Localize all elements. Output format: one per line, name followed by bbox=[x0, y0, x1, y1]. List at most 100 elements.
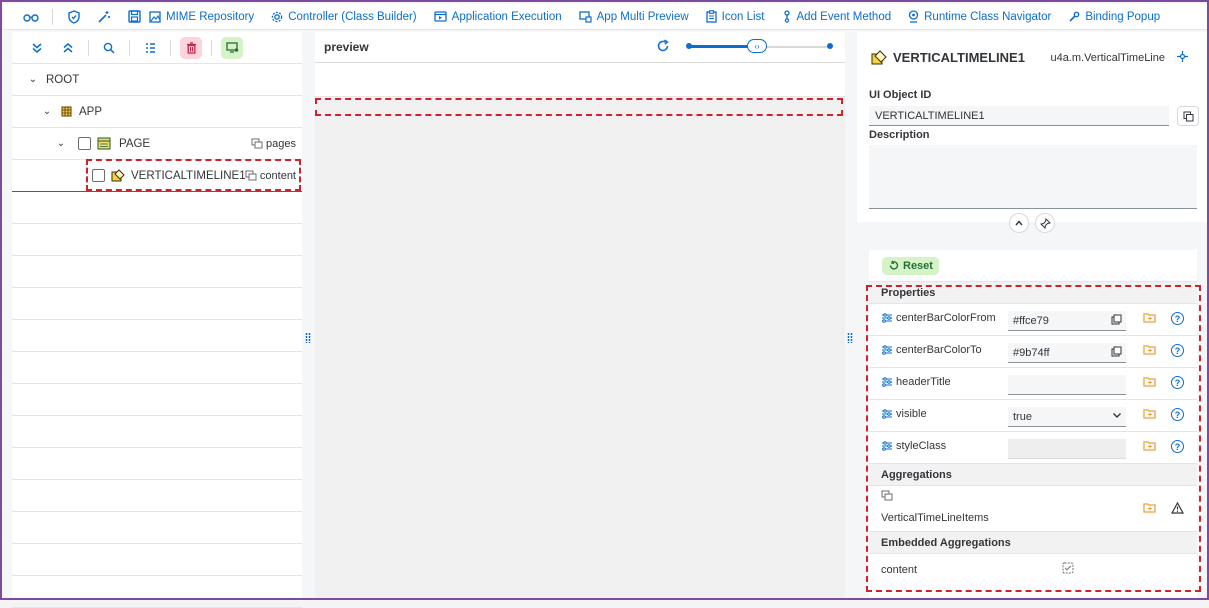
preview-canvas bbox=[315, 63, 845, 97]
description-label: Description bbox=[869, 129, 930, 141]
runtime-class-navigator-button[interactable]: Runtime Class Navigator bbox=[908, 10, 1051, 23]
tree-row-empty bbox=[12, 512, 302, 544]
zoom-slider-start bbox=[686, 43, 692, 49]
page-icon bbox=[97, 137, 111, 150]
wrench-icon bbox=[1069, 11, 1080, 22]
tree-row-empty bbox=[12, 384, 302, 416]
tree-row-empty bbox=[12, 352, 302, 384]
outline-list-icon[interactable] bbox=[139, 37, 161, 59]
description-field[interactable] bbox=[869, 145, 1197, 209]
reset-icon bbox=[889, 260, 899, 270]
tree-toolbar bbox=[12, 32, 302, 64]
tree-row-empty bbox=[12, 192, 302, 224]
preview-panel: preview ‹› bbox=[315, 32, 845, 598]
toolbar-divider bbox=[52, 8, 53, 25]
search-icon[interactable] bbox=[98, 37, 120, 59]
right-splitter-handle[interactable] bbox=[847, 332, 853, 344]
application-execution-button[interactable]: Application Execution bbox=[434, 11, 562, 23]
event-icon bbox=[783, 10, 790, 23]
tree-row-empty bbox=[12, 576, 302, 608]
icon-list-button[interactable]: Icon List bbox=[706, 10, 765, 23]
reset-button[interactable]: Reset bbox=[882, 256, 939, 275]
ui-tree-panel: ⌄ ROOT ⌄ APP ⌄ PAGE pages VERTICALTIMELI… bbox=[12, 32, 302, 608]
chevron-down-icon[interactable]: ⌄ bbox=[54, 138, 68, 149]
tree-highlight-box bbox=[86, 159, 301, 191]
left-splitter-handle[interactable] bbox=[305, 332, 311, 344]
reset-bar: Reset bbox=[869, 250, 1197, 282]
tree-row-empty bbox=[12, 544, 302, 576]
pin-button[interactable] bbox=[1035, 213, 1055, 233]
glasses-icon[interactable] bbox=[16, 6, 46, 28]
tree-row-empty bbox=[12, 448, 302, 480]
tree-toolbar-divider bbox=[211, 39, 212, 56]
tree-row-page[interactable]: ⌄ PAGE pages bbox=[12, 128, 302, 160]
icon-list-label: Icon List bbox=[721, 10, 765, 23]
preview-title: preview bbox=[324, 40, 369, 54]
reset-label: Reset bbox=[903, 259, 933, 272]
chevron-down-icon[interactable]: ⌄ bbox=[40, 106, 54, 117]
pin-icon bbox=[1039, 217, 1051, 229]
copy-icon bbox=[1183, 111, 1193, 121]
ui-object-id-label: UI Object ID bbox=[869, 89, 932, 101]
app-multi-preview-button[interactable]: App Multi Preview bbox=[578, 10, 689, 23]
collapse-up-button[interactable] bbox=[1009, 213, 1029, 233]
panel-toggle-row bbox=[1009, 213, 1061, 233]
tree-row-empty bbox=[12, 480, 302, 512]
chevron-up-icon bbox=[1015, 220, 1023, 226]
tree-node-label: APP bbox=[79, 105, 103, 118]
tree-node-checkbox[interactable] bbox=[78, 137, 91, 150]
tree-toolbar-divider bbox=[88, 39, 89, 56]
tree-node-label: PAGE bbox=[119, 137, 151, 150]
binding-popup-button[interactable]: Binding Popup bbox=[1068, 11, 1160, 23]
shield-icon[interactable] bbox=[59, 6, 89, 28]
chevron-down-icon[interactable]: ⌄ bbox=[26, 74, 40, 85]
app-multi-preview-label: App Multi Preview bbox=[596, 10, 689, 23]
tree-node-label: ROOT bbox=[46, 73, 80, 86]
delete-button[interactable] bbox=[180, 36, 202, 59]
expand-all-icon[interactable] bbox=[26, 37, 48, 59]
tree-toolbar-divider bbox=[129, 39, 130, 56]
object-name: VERTICALTIMELINE1 bbox=[893, 50, 1025, 65]
ui-object-id-field[interactable]: VERTICALTIMELINE1 bbox=[869, 106, 1169, 126]
collapse-all-icon[interactable] bbox=[57, 37, 79, 59]
clipboard-icon bbox=[706, 10, 717, 23]
monitor-icon bbox=[225, 42, 238, 53]
runtime-class-navigator-label: Runtime Class Navigator bbox=[924, 10, 1052, 23]
location-pin-icon bbox=[908, 10, 919, 23]
mime-repository-button[interactable]: MIME Repository bbox=[149, 11, 254, 23]
gear-icon bbox=[271, 11, 283, 22]
add-event-method-button[interactable]: Add Event Method bbox=[782, 10, 892, 23]
application-execution-label: Application Execution bbox=[451, 10, 562, 23]
copy-stack-icon bbox=[251, 138, 263, 149]
controller-class-builder-button[interactable]: Controller (Class Builder) bbox=[271, 10, 417, 23]
app-icon bbox=[60, 105, 73, 118]
zoom-slider-end bbox=[827, 43, 833, 49]
zoom-slider-handle[interactable]: ‹› bbox=[747, 39, 767, 53]
mime-repository-label: MIME Repository bbox=[166, 10, 255, 23]
app-frame: MIME Repository Controller (Class Builde… bbox=[0, 0, 1209, 608]
timeline-control-icon bbox=[871, 50, 887, 65]
tree-row-empty bbox=[12, 224, 302, 256]
save-icon[interactable] bbox=[119, 6, 149, 28]
binding-popup-label: Binding Popup bbox=[1085, 10, 1161, 23]
refresh-icon[interactable] bbox=[656, 39, 670, 56]
add-event-method-label: Add Event Method bbox=[796, 10, 892, 23]
preview-screen-button[interactable] bbox=[221, 36, 243, 59]
top-toolbar: MIME Repository Controller (Class Builde… bbox=[4, 4, 1207, 30]
tree-row-empty bbox=[12, 320, 302, 352]
aggregation-tag: pages bbox=[251, 138, 296, 150]
tree-row-app[interactable]: ⌄ APP bbox=[12, 96, 302, 128]
tree-toolbar-divider bbox=[170, 39, 171, 56]
tree-row-empty bbox=[12, 288, 302, 320]
object-header: VERTICALTIMELINE1 bbox=[871, 50, 1025, 65]
object-info-section: VERTICALTIMELINE1 u4a.m.VerticalTimeLine… bbox=[857, 32, 1207, 222]
controller-class-builder-label: Controller (Class Builder) bbox=[288, 10, 417, 23]
magic-wand-icon[interactable] bbox=[89, 6, 119, 28]
multi-screen-icon bbox=[578, 10, 592, 23]
copy-button[interactable] bbox=[1177, 106, 1199, 126]
tree-row-empty bbox=[12, 416, 302, 448]
preview-header: preview ‹› bbox=[315, 32, 845, 63]
image-icon bbox=[149, 10, 161, 23]
tree-row-root[interactable]: ⌄ ROOT bbox=[12, 64, 302, 96]
class-navigate-icon[interactable] bbox=[1176, 50, 1189, 66]
